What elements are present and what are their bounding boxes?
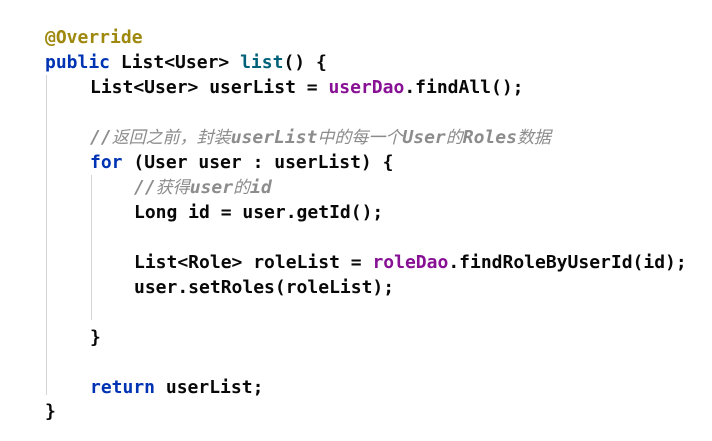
get-id-statement: Long id = user.getId(); <box>134 202 384 223</box>
call-find-role: .findRoleByUserId(id); <box>448 252 687 273</box>
keyword-public: public <box>45 52 111 73</box>
return-value: userList; <box>165 377 264 398</box>
assign-op: = <box>306 77 318 98</box>
field-role-dao: roleDao <box>372 252 449 273</box>
code-line-close-method: } <box>45 399 56 424</box>
code-line-for-loop: for (User user : userList) { <box>90 150 393 175</box>
indent-guide-for <box>91 175 92 320</box>
return-type: List<User> <box>120 52 230 73</box>
annotation-override: @Override <box>45 27 143 48</box>
closing-brace: } <box>90 327 101 348</box>
method-name: list <box>240 52 284 73</box>
comment-text: user <box>189 177 234 198</box>
comment-text: userList <box>230 127 318 148</box>
comment-text: 的 <box>445 128 463 148</box>
set-roles-statement: user.setRoles(roleList); <box>134 277 395 298</box>
indent-guide-method <box>46 75 47 395</box>
comment-text: 数据 <box>516 128 551 148</box>
comment-text: 的 <box>233 178 251 198</box>
comment-text: User <box>402 127 446 148</box>
assign-op: = <box>350 252 362 273</box>
comment-text: 中的每一个 <box>317 128 403 148</box>
comment-text: Roles <box>462 127 517 148</box>
method-params: () { <box>283 52 327 73</box>
var-name: userList <box>209 77 296 98</box>
comment-text: id <box>250 177 272 198</box>
code-editor[interactable]: @Override public List<User> list() { Lis… <box>0 0 712 441</box>
comment-text: 获得 <box>155 178 190 198</box>
code-line-return: return userList; <box>90 375 263 400</box>
field-user-dao: userDao <box>328 77 405 98</box>
code-line-method-signature: public List<User> list() { <box>45 50 327 75</box>
comment-text: 返回之前，封装 <box>111 128 231 148</box>
keyword-for: for <box>90 152 123 173</box>
code-line-find-roles: List<Role> roleList = roleDao.findRoleBy… <box>134 250 687 275</box>
closing-brace: } <box>45 401 56 422</box>
code-line-get-id: Long id = user.getId(); <box>134 200 383 225</box>
comment-slashes: // <box>134 177 156 198</box>
comment-slashes: // <box>90 127 112 148</box>
code-line-close-for: } <box>90 325 101 350</box>
var-name: roleList <box>253 252 340 273</box>
for-header: (User user : userList) { <box>133 152 394 173</box>
code-line-comment-2: //获得user的id <box>134 175 272 200</box>
code-line-comment-1: //返回之前，封装userList中的每一个User的Roles数据 <box>90 125 551 150</box>
code-line-set-roles: user.setRoles(roleList); <box>134 275 394 300</box>
code-line-annotation: @Override <box>45 25 143 50</box>
code-line-find-all: List<User> userList = userDao.findAll(); <box>90 75 524 100</box>
var-type: List<Role> <box>134 252 243 273</box>
var-type: List<User> <box>90 77 199 98</box>
call-find-all: .findAll(); <box>404 77 524 98</box>
keyword-return: return <box>90 377 156 398</box>
